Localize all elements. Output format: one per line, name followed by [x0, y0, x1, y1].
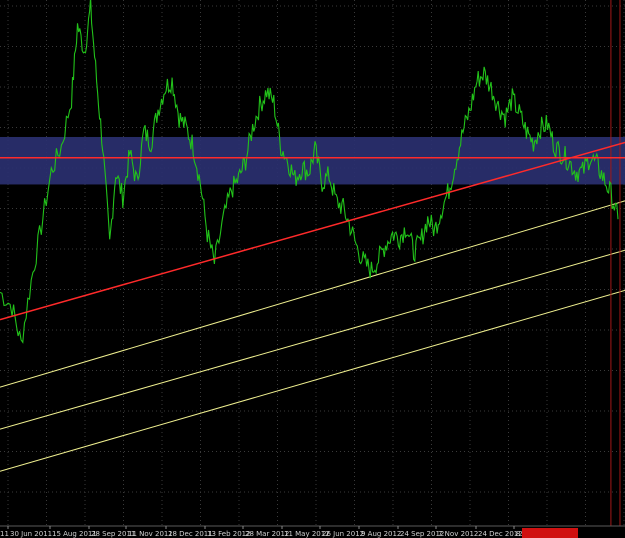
x-tick-label: 8 [516, 530, 520, 538]
x-tick-label: 11 [0, 530, 9, 538]
x-tick-label: 28 Mar 2012 [245, 530, 289, 538]
x-tick-label: 28 Dec 2011 [168, 530, 213, 538]
chart-background [0, 0, 625, 538]
x-tick-label: 26 Jun 2012 [322, 530, 364, 538]
x-tick-label: 9 Aug 2012 [361, 530, 401, 538]
x-tick-label: 11 Nov 2011 [128, 530, 173, 538]
cursor-date-label [522, 528, 578, 538]
chart-window: 11 30 Jun 2011 15 Aug 2011 28 Sep 2011 11 No… [0, 0, 625, 538]
x-tick-label: 30 Jun 2011 [10, 530, 52, 538]
price-chart[interactable]: 11 30 Jun 2011 15 Aug 201128 Sep 201111 No… [0, 0, 625, 538]
x-tick-label: 7 Nov 2012 [438, 530, 478, 538]
